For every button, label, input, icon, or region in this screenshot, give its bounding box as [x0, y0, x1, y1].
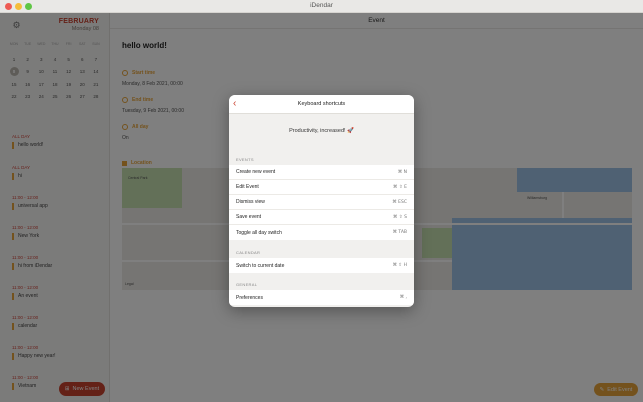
window-title: iDendar — [310, 2, 333, 9]
shortcut-row[interactable]: Switch to current date ⌘ ⇧ H — [229, 258, 414, 273]
modal-title: Keyboard shortcuts — [297, 101, 346, 107]
shortcut-name: Toggle all day switch — [236, 229, 282, 236]
shortcut-row[interactable]: Dismiss view ⌘ ESC — [229, 195, 414, 210]
shortcut-row[interactable]: Preferences ⌘ , — [229, 290, 414, 305]
shortcut-name: Create new event — [236, 169, 276, 175]
keyboard-shortcuts-modal: ‹ Keyboard shortcuts Productivity, incre… — [229, 95, 414, 307]
shortcut-row[interactable]: Save event ⌘ ⇧ S — [229, 210, 414, 225]
shortcut-key: ⌘ ⇧ E — [393, 184, 407, 190]
shortcut-row[interactable]: Create new event ⌘ N — [229, 165, 414, 180]
shortcut-key: ⌘ N — [397, 169, 407, 175]
title-bar: iDendar — [0, 0, 643, 13]
section-heading: EVENTS — [236, 157, 254, 162]
shortcut-name: Dismiss view — [236, 199, 265, 205]
shortcut-key: ⌘ ⇧ S — [393, 214, 407, 220]
shortcut-name: Save event — [236, 214, 262, 220]
shortcut-key: ⌘ , — [399, 295, 407, 300]
shortcut-name: Switch to current date — [236, 262, 285, 269]
shortcut-key: ⌘ ⇧ H — [392, 263, 407, 268]
general-shortcuts: Preferences ⌘ , — [229, 290, 414, 305]
shortcut-row[interactable]: Edit Event ⌘ ⇧ E — [229, 180, 414, 195]
modal-header: ‹ Keyboard shortcuts — [229, 95, 414, 114]
shortcut-name: Preferences — [236, 294, 263, 301]
events-shortcuts: Create new event ⌘ N Edit Event ⌘ ⇧ E Di… — [229, 165, 414, 240]
shortcut-key: ⌘ ESC — [392, 199, 407, 205]
section-heading: GENERAL — [236, 282, 258, 287]
shortcut-row[interactable]: Toggle all day switch ⌘ TAB — [229, 225, 414, 240]
shortcut-name: Edit Event — [236, 184, 259, 190]
shortcut-key: ⌘ TAB — [392, 230, 408, 235]
calendar-shortcuts: Switch to current date ⌘ ⇧ H — [229, 258, 414, 273]
section-heading: CALENDAR — [236, 250, 261, 255]
tagline: Productivity, increased! 🚀 — [289, 128, 354, 134]
